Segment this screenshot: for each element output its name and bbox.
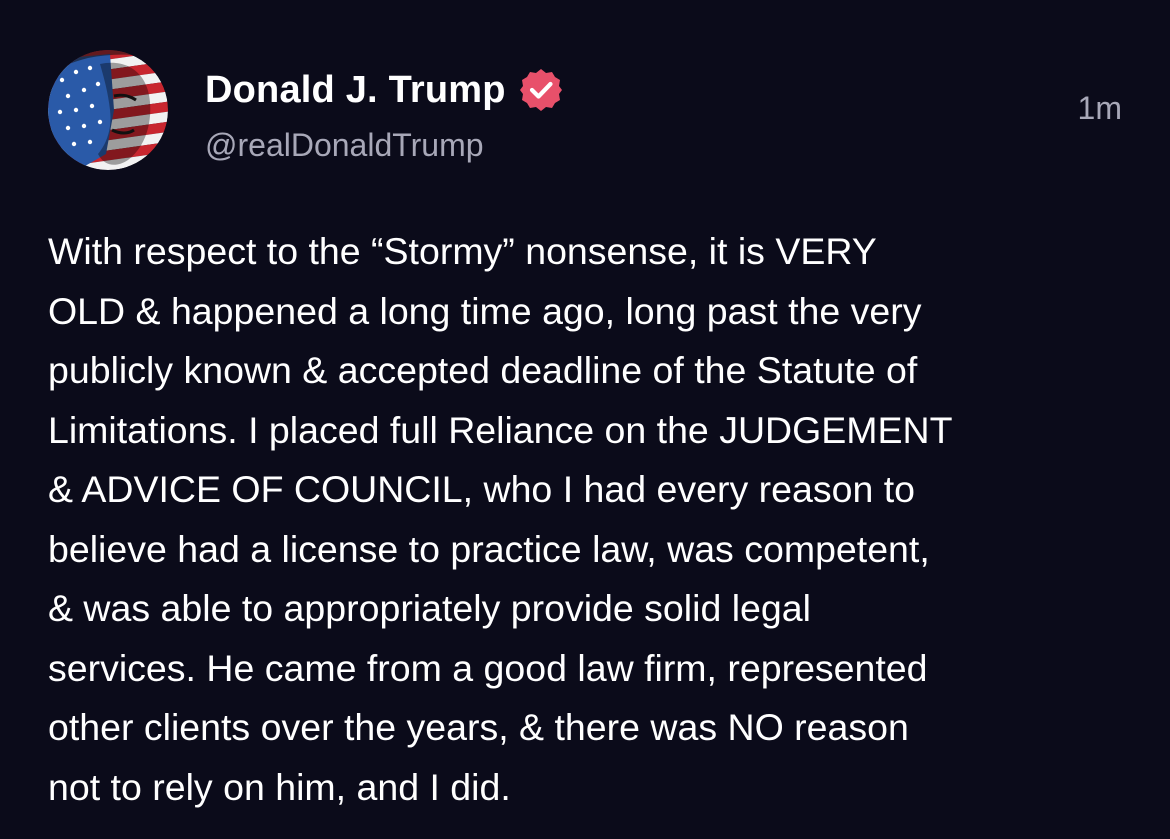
post-card[interactable]: Donald J. Trump @realDonaldTrump 1m With… [0, 0, 1170, 839]
post-body-line: publicly known & accepted deadline of th… [48, 349, 918, 391]
post-body-line: & was able to appropriately provide soli… [48, 587, 811, 629]
post-body-line: With respect to the “Stormy” nonsense, i… [48, 230, 877, 272]
author-display-name[interactable]: Donald J. Trump [205, 69, 506, 112]
post-body-line: not to rely on him, and I did. [48, 765, 511, 808]
post-body-line: OLD & happened a long time ago, long pas… [48, 289, 922, 332]
post-body-line: other clients over the years, & there wa… [48, 706, 909, 748]
post-timestamp[interactable]: 1m [1078, 90, 1122, 127]
post-body-line: & ADVICE OF COUNCIL, who I had every rea… [48, 468, 916, 510]
post-body-line: Limitations. I placed full Reliance on t… [48, 408, 953, 451]
post-body-line: believe had a license to practice law, w… [48, 527, 930, 570]
avatar-image [48, 50, 168, 170]
profile-avatar[interactable] [48, 50, 168, 170]
post-body: With respect to the “Stormy” nonsense, i… [48, 222, 1123, 817]
post-body-line: services. He came from a good law firm, … [48, 646, 928, 689]
author-name-row: Donald J. Trump [205, 66, 564, 114]
verified-badge-icon [518, 67, 564, 113]
author-handle[interactable]: @realDonaldTrump [205, 127, 484, 164]
